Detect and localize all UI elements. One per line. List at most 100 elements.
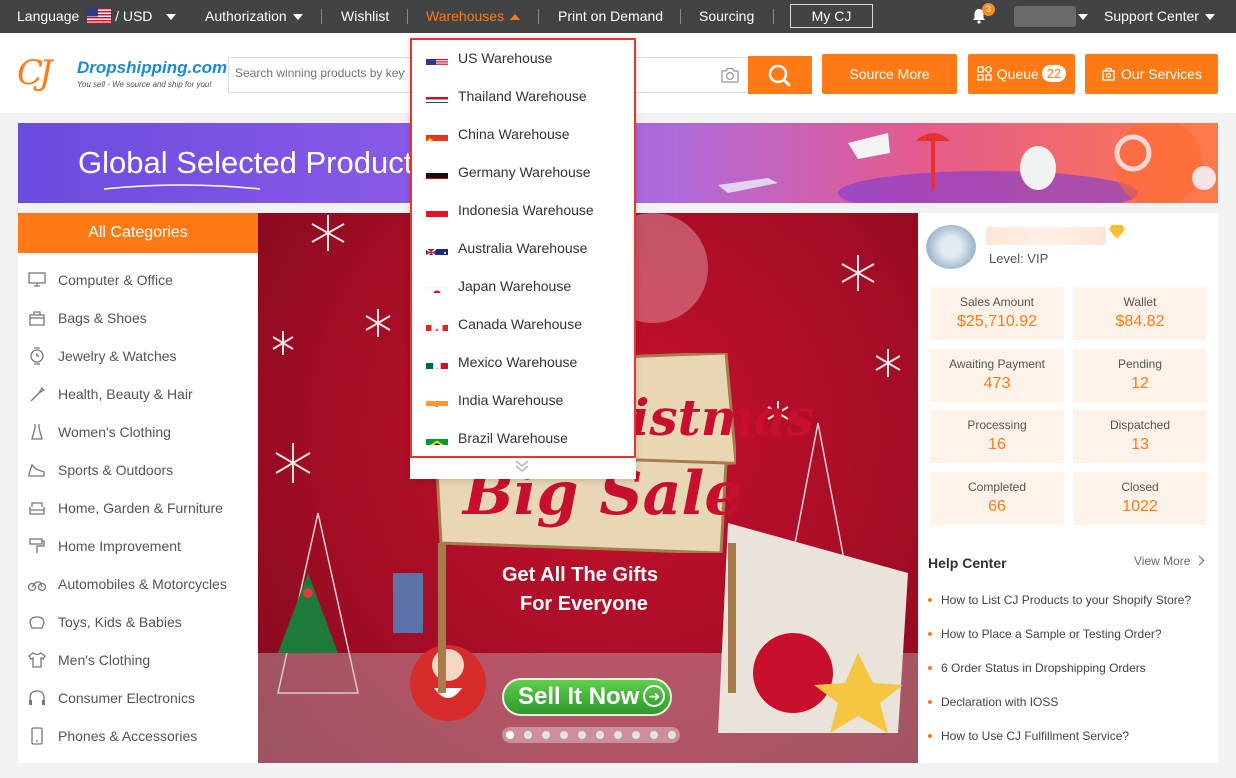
category-item-health-beauty-hair[interactable]: Health, Beauty & Hair bbox=[18, 375, 258, 413]
category-item-automobiles-motorcycles[interactable]: Automobiles & Motorcycles bbox=[18, 565, 258, 603]
category-label: Toys, Kids & Babies bbox=[58, 614, 182, 630]
stat-completed[interactable]: Completed 66 bbox=[930, 472, 1064, 525]
category-item-toys-kids-babies[interactable]: Toys, Kids & Babies bbox=[18, 603, 258, 641]
camera-icon[interactable] bbox=[720, 66, 740, 84]
all-categories-heading[interactable]: All Categories bbox=[18, 213, 258, 253]
carousel-dot[interactable] bbox=[632, 731, 640, 739]
support-center-menu[interactable]: Support Center bbox=[1104, 0, 1215, 33]
help-article-link[interactable]: Declaration with IOSS bbox=[928, 695, 1058, 709]
category-label: Phones & Accessories bbox=[58, 728, 198, 744]
paint-roller-icon bbox=[29, 538, 45, 553]
category-item-bags-shoes[interactable]: Bags & Shoes bbox=[18, 299, 258, 337]
warehouse-item-us[interactable]: US Warehouse bbox=[426, 39, 552, 77]
warehouse-item-indonesia[interactable]: Indonesia Warehouse bbox=[426, 191, 594, 229]
bullet bbox=[928, 666, 932, 670]
logo-mark: CJ bbox=[17, 53, 53, 93]
japan-flag-icon bbox=[426, 278, 448, 293]
warehouse-item-india[interactable]: India Warehouse bbox=[426, 381, 563, 419]
category-item-home-improvement[interactable]: Home Improvement bbox=[18, 527, 258, 565]
carousel-dot[interactable] bbox=[578, 731, 586, 739]
category-item-mens-clothing[interactable]: Men's Clothing bbox=[18, 641, 258, 679]
carousel-dot[interactable] bbox=[650, 731, 658, 739]
print-on-demand-link[interactable]: Print on Demand bbox=[558, 0, 663, 33]
carousel-dot[interactable] bbox=[560, 731, 568, 739]
stat-pending[interactable]: Pending 12 bbox=[1073, 349, 1207, 402]
chevron-down-icon[interactable] bbox=[1078, 14, 1088, 20]
stat-label: Wallet bbox=[1123, 295, 1157, 309]
help-article-link[interactable]: How to Use CJ Fulfillment Service? bbox=[928, 729, 1129, 743]
stat-processing[interactable]: Processing 16 bbox=[930, 410, 1064, 463]
warehouse-item-canada[interactable]: Canada Warehouse bbox=[426, 305, 582, 343]
carousel-dot[interactable] bbox=[542, 731, 550, 739]
authorization-menu[interactable]: Authorization bbox=[205, 0, 303, 33]
divider bbox=[773, 9, 774, 24]
warehouse-label: Thailand Warehouse bbox=[458, 88, 587, 104]
bullet bbox=[928, 734, 932, 738]
warehouse-label: Canada Warehouse bbox=[458, 316, 583, 332]
stat-dispatched[interactable]: Dispatched 13 bbox=[1073, 410, 1207, 463]
language-selector[interactable]: Language / USD bbox=[17, 0, 177, 33]
my-cj-button[interactable]: My CJ bbox=[790, 4, 873, 28]
stat-awaiting-payment[interactable]: Awaiting Payment 473 bbox=[930, 349, 1064, 402]
help-article-link[interactable]: 6 Order Status in Dropshipping Orders bbox=[928, 661, 1146, 675]
category-item-jewelry-watches[interactable]: Jewelry & Watches bbox=[18, 337, 258, 375]
warehouse-item-brazil[interactable]: Brazil Warehouse bbox=[426, 419, 568, 457]
india-flag-icon bbox=[426, 392, 448, 407]
warehouse-item-japan[interactable]: Japan Warehouse bbox=[426, 267, 571, 305]
warehouses-menu[interactable]: Warehouses bbox=[426, 0, 521, 33]
help-article-link[interactable]: How to Place a Sample or Testing Order? bbox=[928, 627, 1162, 641]
help-center-title: Help Center bbox=[928, 555, 1007, 571]
divider bbox=[407, 9, 408, 24]
toy-icon bbox=[29, 616, 45, 629]
warehouse-item-mexico[interactable]: Mexico Warehouse bbox=[426, 343, 577, 381]
category-item-phones-accessories[interactable]: Phones & Accessories bbox=[18, 717, 258, 755]
user-avatar[interactable] bbox=[1014, 6, 1076, 27]
indonesia-flag-icon bbox=[426, 202, 448, 217]
help-article-link[interactable]: How to List CJ Products to your Shopify … bbox=[928, 593, 1191, 607]
carousel-dot[interactable] bbox=[596, 731, 604, 739]
category-label: Bags & Shoes bbox=[58, 310, 147, 326]
stat-sales-amount[interactable]: Sales Amount $25,710.92 bbox=[930, 287, 1064, 340]
thailand-flag-icon bbox=[426, 88, 448, 103]
category-item-computer-office[interactable]: Computer & Office bbox=[18, 261, 258, 299]
chevron-down-icon bbox=[166, 14, 177, 21]
logo-tagline: You sell - We source and ship for you! bbox=[77, 80, 212, 89]
category-item-womens-clothing[interactable]: Women's Clothing bbox=[18, 413, 258, 451]
double-chevron-down-icon[interactable] bbox=[513, 459, 531, 473]
category-item-home-garden-furniture[interactable]: Home, Garden & Furniture bbox=[18, 489, 258, 527]
carousel-dot[interactable] bbox=[524, 731, 532, 739]
warehouse-item-thailand[interactable]: Thailand Warehouse bbox=[426, 77, 587, 115]
warehouse-item-australia[interactable]: Australia Warehouse bbox=[426, 229, 587, 267]
top-navigation-bar: Language / USD Authorization Wishlist Wa… bbox=[0, 0, 1236, 33]
search-input[interactable] bbox=[235, 66, 405, 80]
stat-closed[interactable]: Closed 1022 bbox=[1073, 472, 1207, 525]
category-item-consumer-electronics[interactable]: Consumer Electronics bbox=[18, 679, 258, 717]
warehouse-item-china[interactable]: China Warehouse bbox=[426, 115, 570, 153]
currency-label: USD bbox=[122, 8, 153, 24]
category-label: Men's Clothing bbox=[58, 652, 151, 668]
queue-button[interactable]: Queue 22 bbox=[968, 54, 1075, 94]
stat-label: Processing bbox=[967, 418, 1027, 432]
category-item-sports-outdoors[interactable]: Sports & Outdoors bbox=[18, 451, 258, 489]
carousel-dot[interactable] bbox=[668, 731, 676, 739]
carousel-dot[interactable] bbox=[614, 731, 622, 739]
carousel-dot[interactable] bbox=[506, 731, 514, 739]
source-more-button[interactable]: Source More bbox=[822, 54, 957, 94]
stat-wallet[interactable]: Wallet $84.82 bbox=[1073, 287, 1207, 340]
search-button[interactable] bbox=[748, 56, 812, 94]
wishlist-link[interactable]: Wishlist bbox=[341, 0, 389, 33]
germany-flag-icon bbox=[426, 164, 448, 179]
us-flag-icon bbox=[426, 50, 448, 65]
our-services-button[interactable]: Our Services bbox=[1085, 54, 1218, 94]
mexico-flag-icon bbox=[426, 354, 448, 369]
account-avatar[interactable] bbox=[926, 225, 976, 269]
queue-label: Queue bbox=[996, 66, 1039, 82]
language-label: Language bbox=[17, 8, 80, 24]
us-flag-icon bbox=[87, 3, 112, 24]
cj-logo[interactable]: CJ Dropshipping.com You sell - We source… bbox=[17, 53, 227, 95]
warehouse-item-germany[interactable]: Germany Warehouse bbox=[426, 153, 591, 191]
sell-it-now-button[interactable]: Sell It Now ➜ bbox=[502, 678, 672, 716]
sourcing-link[interactable]: Sourcing bbox=[699, 0, 754, 33]
brazil-flag-icon bbox=[426, 430, 448, 445]
view-more-link[interactable]: View More bbox=[1134, 554, 1205, 568]
